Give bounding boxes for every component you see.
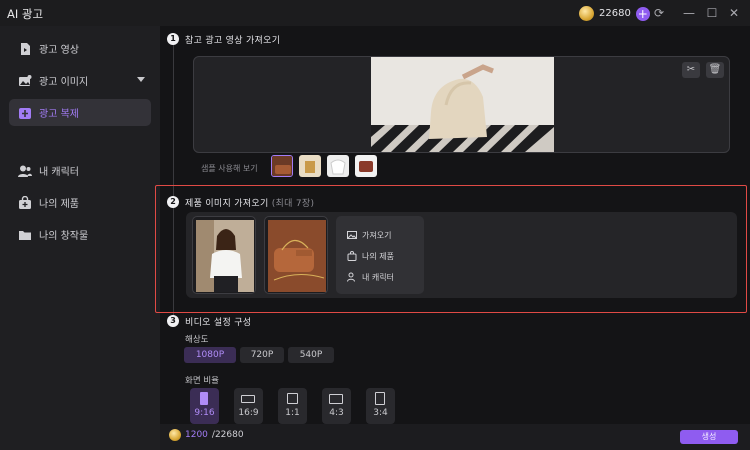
- image-import-icon: [347, 231, 357, 239]
- coin-icon: [169, 429, 181, 441]
- product-image-person: [196, 220, 254, 292]
- ratio-portrait-icon: [375, 392, 385, 405]
- minimize-button[interactable]: —: [681, 5, 697, 21]
- product-image-card[interactable]: [264, 216, 328, 294]
- sample-thumb[interactable]: [299, 155, 321, 177]
- refresh-icon[interactable]: ⟳: [651, 5, 667, 21]
- cut-button[interactable]: ✂: [682, 62, 700, 78]
- credit-balance: 22680: [599, 8, 631, 19]
- sidebar: 광고 영상 광고 이미지 광고 복제 내 캐릭터 나의 제품 나의 창작물: [0, 26, 160, 450]
- sidebar-item-my-products[interactable]: 나의 제품: [9, 189, 151, 216]
- sample-thumb[interactable]: [355, 155, 377, 177]
- sample-thumb-image: [327, 155, 349, 177]
- reference-video-thumbnail: [371, 57, 554, 152]
- ratio-landscape-icon: [241, 395, 255, 403]
- sample-label: 샘플 사용해 보기: [201, 164, 258, 173]
- resolution-720p[interactable]: 720P: [240, 347, 284, 363]
- ratio-16-9[interactable]: 16:9: [234, 388, 263, 424]
- product-image-bag: [268, 220, 326, 292]
- title-bar: AI 광고 22680 + ⟳ — ☐ ✕: [0, 0, 750, 26]
- step-hint: (최대 7장): [271, 199, 315, 209]
- cost-used: 1200: [185, 430, 208, 440]
- sample-thumb-image: [272, 156, 292, 176]
- import-button[interactable]: 가져오기: [347, 228, 391, 242]
- bottom-bar: 1200/22680 생성: [160, 424, 750, 450]
- main-panel: 1 참고 광고 영상 가져오기 ✂ 🗑 샘플 사용해 보기 2 제품 이미지 가…: [160, 26, 750, 450]
- sidebar-item-label: 내 캐릭터: [39, 167, 79, 178]
- sample-thumb-image: [299, 155, 321, 177]
- my-character-button[interactable]: 내 캐릭터: [347, 270, 394, 284]
- ratio-portrait-icon: [200, 392, 208, 405]
- sidebar-item-ad-video[interactable]: 광고 영상: [9, 35, 151, 62]
- step-title: 제품 이미지 가져오기 (최대 7장): [185, 199, 315, 209]
- ratio-1-1[interactable]: 1:1: [278, 388, 307, 424]
- ratio-4-3[interactable]: 4:3: [322, 388, 351, 424]
- product-bag-icon: [19, 195, 31, 209]
- ratio-square-icon: [287, 393, 298, 404]
- coin-icon: [579, 6, 594, 21]
- reference-video-preview[interactable]: ✂ 🗑: [193, 56, 730, 153]
- delete-button[interactable]: 🗑: [706, 62, 724, 78]
- step-title: 비디오 설정 구성: [185, 318, 252, 328]
- aspect-ratio-label: 화면 비율: [185, 376, 219, 386]
- product-image-card[interactable]: [192, 216, 256, 294]
- sidebar-item-label: 나의 창작물: [39, 231, 89, 242]
- character-icon: [18, 165, 32, 177]
- sidebar-item-label: 광고 복제: [39, 109, 79, 120]
- resolution-540p[interactable]: 540P: [288, 347, 334, 363]
- ratio-landscape-icon: [329, 394, 343, 404]
- app-title: AI 광고: [7, 7, 44, 21]
- sidebar-item-label: 나의 제품: [39, 199, 79, 210]
- resolution-label: 해상도: [185, 335, 209, 345]
- ratio-9-16[interactable]: 9:16: [190, 388, 219, 424]
- step-title: 참고 광고 영상 가져오기: [185, 36, 281, 46]
- video-icon: [21, 42, 30, 55]
- sample-thumb-image: [355, 155, 377, 177]
- step-number: 3: [167, 315, 179, 327]
- cost-total: /22680: [211, 430, 244, 440]
- import-options-box: 가져오기 나의 제품 내 캐릭터: [336, 216, 424, 294]
- step-number: 1: [167, 33, 179, 45]
- sample-thumb[interactable]: [327, 155, 349, 177]
- product-bag-icon: [347, 251, 357, 261]
- sidebar-item-my-character[interactable]: 내 캐릭터: [9, 157, 151, 184]
- close-button[interactable]: ✕: [726, 5, 742, 21]
- step-number: 2: [167, 196, 179, 208]
- step-connector-line: [173, 44, 174, 324]
- image-icon: [19, 74, 32, 86]
- cost-display: 1200/22680: [169, 429, 244, 441]
- chevron-down-icon[interactable]: [137, 77, 145, 82]
- sidebar-item-label: 광고 영상: [39, 45, 79, 56]
- sidebar-item-label: 광고 이미지: [39, 77, 89, 88]
- clone-icon: [19, 107, 31, 119]
- generate-button[interactable]: 생성: [680, 430, 738, 444]
- add-credits-button[interactable]: +: [635, 6, 650, 21]
- sidebar-item-ad-clone[interactable]: 광고 복제: [9, 99, 151, 126]
- folder-icon: [19, 230, 31, 240]
- ratio-3-4[interactable]: 3:4: [366, 388, 395, 424]
- maximize-button[interactable]: ☐: [704, 5, 720, 21]
- character-icon: [347, 272, 355, 282]
- sidebar-item-my-creations[interactable]: 나의 창작물: [9, 221, 151, 248]
- sample-thumb[interactable]: [271, 155, 293, 177]
- credits-display: 22680 +: [579, 5, 650, 22]
- my-products-button[interactable]: 나의 제품: [347, 249, 394, 263]
- product-images-panel: 가져오기 나의 제품 내 캐릭터: [186, 212, 737, 298]
- resolution-1080p[interactable]: 1080P: [184, 347, 236, 363]
- sidebar-item-ad-image[interactable]: 광고 이미지: [9, 67, 151, 94]
